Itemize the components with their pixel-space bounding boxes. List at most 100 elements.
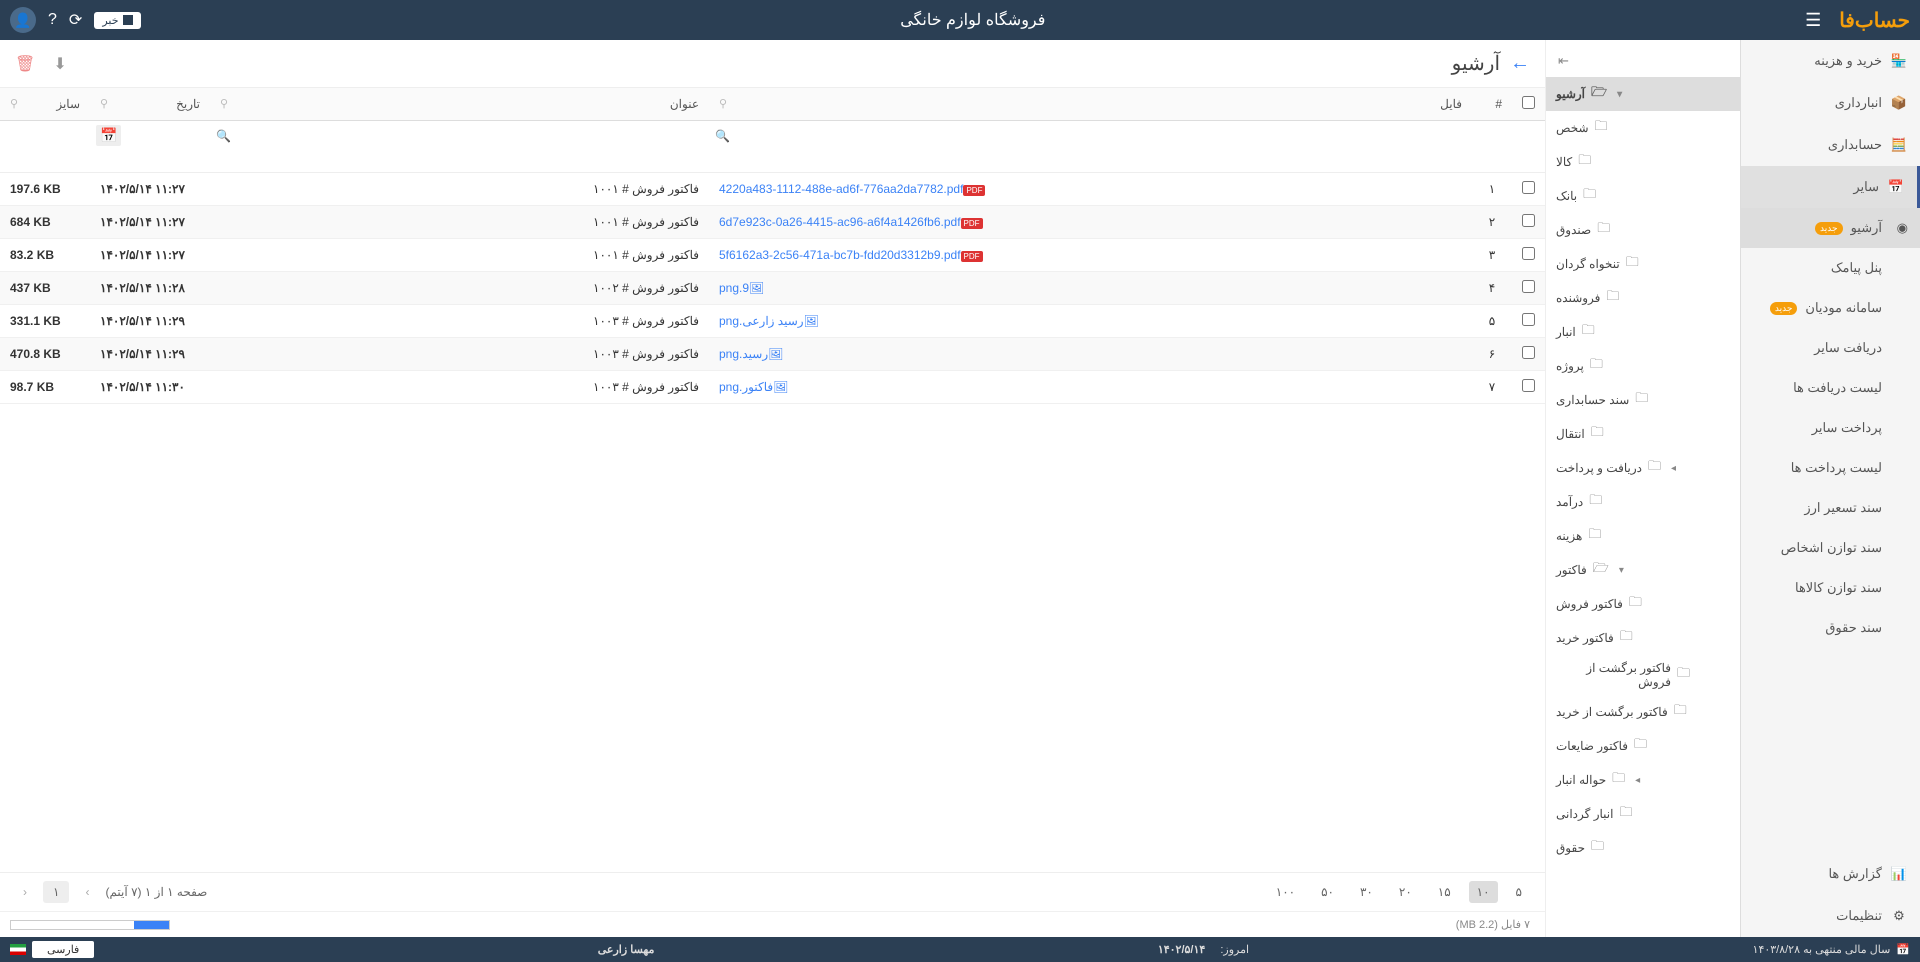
sidebar-item[interactable]: سایر <box>1741 166 1920 208</box>
table-row[interactable]: ۴🖼png.9فاکتور فروش # ۱۰۰۲۱۴۰۲/۵/۱۴ ۱۱:۲۸… <box>0 272 1545 305</box>
tree-item[interactable]: 🗀تنخواه گردان <box>1546 247 1740 281</box>
search-icon[interactable]: 🔍 <box>715 129 730 143</box>
file-link[interactable]: 5f6162a3-2c56-471a-bc7b-fdd20d3312b9.pdf <box>719 248 961 262</box>
tree-item[interactable]: 🗀بانک <box>1546 179 1740 213</box>
sidebar-sub-item[interactable]: سند تسعیر ارز <box>1741 488 1920 528</box>
menu-icon[interactable]: ☰ <box>1805 10 1821 31</box>
tree-item[interactable]: 🗀حقوق <box>1546 831 1740 865</box>
table-row[interactable]: ۱PDF4220a483-1112-488e-ad6f-776aa2da7782… <box>0 173 1545 206</box>
tree-item[interactable]: 🗀فاکتور فروش <box>1546 587 1740 621</box>
page-size-option[interactable]: ۵۰ <box>1313 881 1342 903</box>
col-number[interactable]: # <box>1472 88 1512 121</box>
tree-item[interactable]: 🗀فروشنده <box>1546 281 1740 315</box>
tree-item[interactable]: 🗀انبار <box>1546 315 1740 349</box>
pager-current[interactable]: ۱ <box>43 881 69 903</box>
page-size-option[interactable]: ۵ <box>1508 881 1530 903</box>
back-arrow-icon[interactable]: ← <box>1510 52 1530 75</box>
sidebar-sub-item[interactable]: پرداخت سایر <box>1741 408 1920 448</box>
filter-date-input[interactable] <box>96 146 204 168</box>
delete-icon[interactable]: 🗑 <box>15 54 35 74</box>
tree-item[interactable]: 🗀پروژه <box>1546 349 1740 383</box>
tree-root-archive[interactable]: ▾ 🗁 آرشیو <box>1546 77 1740 111</box>
sidebar-item[interactable]: انبارداری <box>1741 82 1920 124</box>
search-icon[interactable]: 🔍 <box>216 129 231 143</box>
tree-item[interactable]: 🗀درآمد <box>1546 485 1740 519</box>
row-checkbox[interactable] <box>1522 181 1535 194</box>
refresh-icon[interactable]: ⟳ <box>69 10 82 30</box>
row-checkbox[interactable] <box>1522 280 1535 293</box>
filter-size-input[interactable] <box>6 136 84 158</box>
table-row[interactable]: ۳PDF5f6162a3-2c56-471a-bc7b-fdd20d3312b9… <box>0 239 1545 272</box>
sidebar-item[interactable]: گزارش ها <box>1741 853 1920 895</box>
tree-item[interactable]: 🗀فاکتور ضایعات <box>1546 729 1740 763</box>
row-checkbox[interactable] <box>1522 379 1535 392</box>
filter-icon[interactable]: ⚲ <box>10 97 18 110</box>
tree-item[interactable]: 🗀هزینه <box>1546 519 1740 553</box>
col-date[interactable]: ⚲تاریخ <box>90 88 210 121</box>
pager-prev-icon[interactable]: › <box>77 881 97 903</box>
avatar[interactable]: 👤 <box>10 7 36 33</box>
page-size-option[interactable]: ۱۰۰ <box>1268 881 1303 903</box>
filter-icon[interactable]: ⚲ <box>100 97 108 110</box>
row-checkbox[interactable] <box>1522 346 1535 359</box>
tree-item[interactable]: 🗀سند حسابداری <box>1546 383 1740 417</box>
pager-next-icon[interactable]: ‹ <box>15 881 35 903</box>
sidebar-sub-item[interactable]: سند توازن اشخاص <box>1741 528 1920 568</box>
col-title[interactable]: ⚲عنوان <box>210 88 709 121</box>
file-link[interactable]: 6d7e923c-0a26-4415-ac96-a6f4a1426fb6.pdf <box>719 215 961 229</box>
filter-icon[interactable]: ⚲ <box>220 97 228 110</box>
file-link[interactable]: رسید.png <box>719 347 768 361</box>
row-checkbox[interactable] <box>1522 313 1535 326</box>
tree-item[interactable]: 🗀فاکتور خرید <box>1546 621 1740 655</box>
tree-item[interactable]: 🗀صندوق <box>1546 213 1740 247</box>
sidebar-sub-item[interactable]: دریافت سایر <box>1741 328 1920 368</box>
sidebar-sub-item[interactable]: سند حقوق <box>1741 608 1920 648</box>
tree-collapse-icon[interactable]: ⇤ <box>1546 45 1740 77</box>
table-row[interactable]: ۶🖼رسید.pngفاکتور فروش # ۱۰۰۳۱۴۰۲/۵/۱۴ ۱۱… <box>0 338 1545 371</box>
sidebar-sub-item[interactable]: ◉آرشیوجدید <box>1741 208 1920 248</box>
tree-item[interactable]: 🗀فاکتور برگشت از فروش <box>1546 655 1740 695</box>
page-size-option[interactable]: ۲۰ <box>1391 881 1420 903</box>
filter-icon[interactable]: ⚲ <box>719 97 727 110</box>
tree-item[interactable]: 🗀انبار گردانی <box>1546 797 1740 831</box>
filter-title-input[interactable] <box>216 143 703 165</box>
file-link[interactable]: 4220a483-1112-488e-ad6f-776aa2da7782.pdf <box>719 182 963 196</box>
sidebar-sub-item[interactable]: سامانه مودیانجدید <box>1741 288 1920 328</box>
calendar-icon[interactable]: 📅 <box>96 125 121 146</box>
language-selector[interactable]: فارسی <box>32 941 94 958</box>
tree-item[interactable]: 🗀انتقال <box>1546 417 1740 451</box>
sidebar-sub-item[interactable]: لیست پرداخت ها <box>1741 448 1920 488</box>
file-link[interactable]: png.9 <box>719 281 749 295</box>
page-size-option[interactable]: ۳۰ <box>1352 881 1381 903</box>
file-link[interactable]: رسید زارعی.png <box>719 314 804 328</box>
help-icon[interactable]: ? <box>48 11 57 29</box>
row-checkbox[interactable] <box>1522 247 1535 260</box>
sidebar-item[interactable]: حسابداری <box>1741 124 1920 166</box>
table-row[interactable]: ۵🖼رسید زارعی.pngفاکتور فروش # ۱۰۰۳۱۴۰۲/۵… <box>0 305 1545 338</box>
download-icon[interactable]: ⬇ <box>53 54 66 74</box>
fiscal-year[interactable]: 📅 سال مالی منتهی به ۱۴۰۳/۸/۲۸ <box>1753 943 1910 956</box>
tree-item[interactable]: 🗀کالا <box>1546 145 1740 179</box>
page-size-option[interactable]: ۱۰ <box>1469 881 1498 903</box>
file-link[interactable]: فاکتور.png <box>719 380 773 394</box>
sidebar-item[interactable]: خرید و هزینه <box>1741 40 1920 82</box>
select-all-checkbox[interactable] <box>1522 96 1535 109</box>
tree-item[interactable]: 🗀شخص <box>1546 111 1740 145</box>
sidebar-sub-item[interactable]: پنل پیامک <box>1741 248 1920 288</box>
sidebar-item[interactable]: تنظیمات <box>1741 895 1920 937</box>
news-toggle[interactable]: خبر <box>94 12 140 29</box>
table-row[interactable]: ۷🖼فاکتور.pngفاکتور فروش # ۱۰۰۳۱۴۰۲/۵/۱۴ … <box>0 371 1545 404</box>
tree-item[interactable]: ◂🗀دریافت و پرداخت <box>1546 451 1740 485</box>
sidebar-sub-item[interactable]: سند توازن کالاها <box>1741 568 1920 608</box>
tree-item[interactable]: ◂🗀حواله انبار <box>1546 763 1740 797</box>
table-row[interactable]: ۲PDF6d7e923c-0a26-4415-ac96-a6f4a1426fb6… <box>0 206 1545 239</box>
page-size-option[interactable]: ۱۵ <box>1430 881 1459 903</box>
row-checkbox[interactable] <box>1522 214 1535 227</box>
col-file[interactable]: ⚲فایل <box>709 88 1472 121</box>
tree-item[interactable]: 🗀فاکتور برگشت از خرید <box>1546 695 1740 729</box>
filter-file-input[interactable] <box>715 143 1466 165</box>
col-size[interactable]: ⚲سایز <box>0 88 90 121</box>
sidebar-sub-item[interactable]: لیست دریافت ها <box>1741 368 1920 408</box>
current-user[interactable]: مهسا زارعی <box>598 943 655 956</box>
tree-item[interactable]: ▾🗁فاکتور <box>1546 553 1740 587</box>
